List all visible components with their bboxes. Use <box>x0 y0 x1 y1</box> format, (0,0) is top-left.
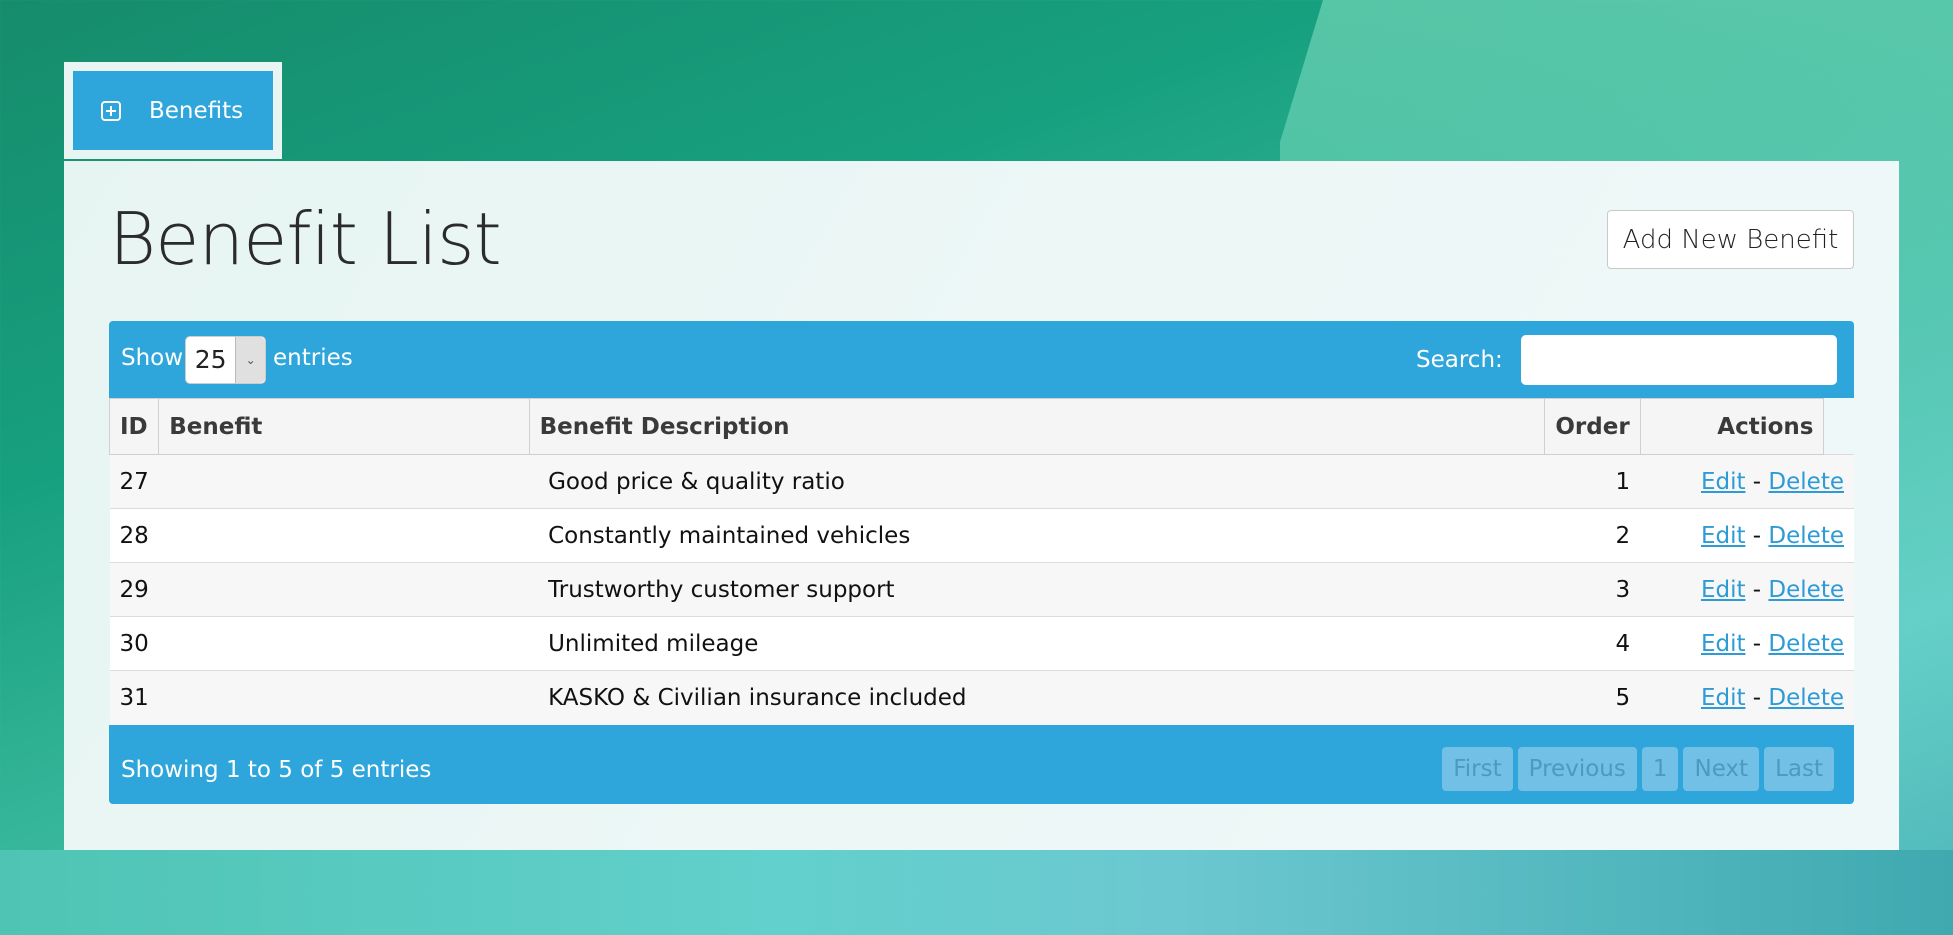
edit-link[interactable]: Edit <box>1701 523 1746 549</box>
cell-order: 3 <box>1544 562 1641 617</box>
plus-square-icon <box>101 100 121 121</box>
background-bottom <box>0 850 1953 935</box>
table-row: 27 Good price & quality ratio 1 Edit - Dele… <box>109 454 1854 509</box>
cell-actions: Edit - Delete <box>1640 562 1854 617</box>
chevron-down-icon[interactable]: ⌄ <box>235 337 265 383</box>
pagination: First Previous 1 Next Last <box>1442 746 1834 791</box>
cell-order: 2 <box>1544 508 1641 563</box>
cell-id: 31 <box>109 670 159 725</box>
table-row: 29 Trustworthy customer support 3 Edit - De… <box>109 562 1854 617</box>
cell-order: 1 <box>1544 454 1641 509</box>
cell-id: 28 <box>109 508 159 563</box>
pagination-page-1[interactable]: 1 <box>1641 746 1679 791</box>
cell-actions: Edit - Delete <box>1640 616 1854 671</box>
cell-actions: Edit - Delete <box>1640 454 1854 509</box>
content-panel: Benefit List Add New Benefit Show 25 ⌄ e… <box>64 161 1899 850</box>
edit-link[interactable]: Edit <box>1701 631 1746 657</box>
cell-benefit <box>158 508 530 563</box>
entries-label: entries <box>273 345 353 371</box>
show-label: Show <box>121 345 184 371</box>
cell-order: 4 <box>1544 616 1641 671</box>
edit-link[interactable]: Edit <box>1701 469 1746 495</box>
page-size-value: 25 <box>194 345 227 374</box>
search-input[interactable] <box>1521 335 1837 385</box>
cell-benefit <box>158 670 530 725</box>
page-size-select[interactable]: 25 ⌄ <box>185 336 266 384</box>
benefits-table-wrapper: Show 25 ⌄ entries Search: ID Benefit Ben… <box>108 321 1855 804</box>
column-header-spacer <box>1824 399 1854 455</box>
action-separator: - <box>1752 684 1762 711</box>
table-row: 28 Constantly maintained vehicles 2 Edit - … <box>109 508 1854 563</box>
cell-order: 5 <box>1544 670 1641 725</box>
table-controls: Show 25 ⌄ entries Search: <box>109 321 1854 398</box>
search-label: Search: <box>1416 347 1503 373</box>
pagination-first[interactable]: First <box>1442 746 1513 791</box>
column-header-order[interactable]: Order <box>1544 398 1641 455</box>
action-separator: - <box>1752 630 1762 657</box>
delete-link[interactable]: Delete <box>1768 469 1844 495</box>
delete-link[interactable]: Delete <box>1768 685 1844 711</box>
cell-description: Unlimited mileage <box>529 616 1545 671</box>
cell-id: 29 <box>109 562 159 617</box>
pagination-last[interactable]: Last <box>1764 746 1834 791</box>
edit-link[interactable]: Edit <box>1701 685 1746 711</box>
cell-id: 30 <box>109 616 159 671</box>
cell-description: Trustworthy customer support <box>529 562 1545 617</box>
nav-tab-container: Benefits <box>64 62 282 159</box>
column-header-id[interactable]: ID <box>108 398 160 455</box>
cell-description: Good price & quality ratio <box>529 454 1545 509</box>
pagination-previous[interactable]: Previous <box>1517 746 1637 791</box>
tab-benefits-label: Benefits <box>149 97 244 124</box>
cell-description: KASKO & Civilian insurance included <box>529 670 1545 725</box>
table-row: 31 KASKO & Civilian insurance included 5 Ed… <box>109 670 1854 725</box>
table-row: 30 Unlimited mileage 4 Edit - Delete <box>109 616 1854 671</box>
delete-link[interactable]: Delete <box>1768 523 1844 549</box>
action-separator: - <box>1752 576 1762 603</box>
column-header-description[interactable]: Benefit Description <box>528 398 1546 455</box>
delete-link[interactable]: Delete <box>1768 577 1844 603</box>
page-title: Benefit List <box>109 197 502 281</box>
cell-id: 27 <box>109 454 159 509</box>
action-separator: - <box>1752 522 1762 549</box>
column-header-actions: Actions <box>1639 398 1825 455</box>
cell-benefit <box>158 454 530 509</box>
action-separator: - <box>1752 468 1762 495</box>
benefits-table: ID Benefit Benefit Description Order Act… <box>108 398 1855 725</box>
add-new-benefit-button[interactable]: Add New Benefit <box>1607 210 1854 269</box>
cell-benefit <box>158 562 530 617</box>
cell-actions: Edit - Delete <box>1640 508 1854 563</box>
edit-link[interactable]: Edit <box>1701 577 1746 603</box>
delete-link[interactable]: Delete <box>1768 631 1844 657</box>
column-header-benefit[interactable]: Benefit <box>158 398 530 455</box>
tab-benefits[interactable]: Benefits <box>73 71 273 150</box>
cell-actions: Edit - Delete <box>1640 670 1854 725</box>
table-footer: Showing 1 to 5 of 5 entries First Previo… <box>109 724 1854 804</box>
table-header-row: ID Benefit Benefit Description Order Act… <box>108 398 1855 455</box>
pagination-next[interactable]: Next <box>1683 746 1760 791</box>
cell-benefit <box>158 616 530 671</box>
cell-description: Constantly maintained vehicles <box>529 508 1545 563</box>
table-info: Showing 1 to 5 of 5 entries <box>121 756 432 783</box>
